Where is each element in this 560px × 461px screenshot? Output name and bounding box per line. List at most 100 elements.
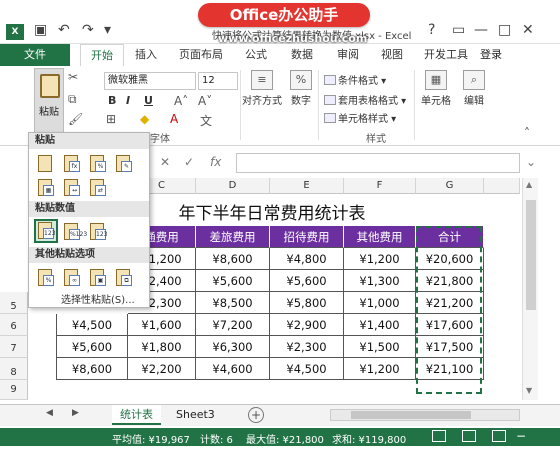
format-painter-icon[interactable]: 🖌 [68, 112, 83, 126]
tab-file[interactable]: 文件 [0, 44, 70, 66]
normal-view-icon[interactable] [432, 430, 446, 442]
row-header[interactable]: 7 [0, 336, 28, 358]
table-cell[interactable]: ¥5,800 [270, 292, 344, 314]
column-header[interactable]: F [344, 178, 416, 194]
formula-input[interactable] [236, 153, 520, 173]
editing-button[interactable]: ⌕ 编辑 [458, 70, 490, 107]
alignment-button[interactable]: ≡ 对齐方式 [236, 70, 288, 107]
cut-icon[interactable]: ✂ [68, 70, 78, 84]
table-cell[interactable]: ¥4,800 [270, 248, 344, 270]
customize-toolbar-icon[interactable]: ▾ [104, 22, 111, 38]
page-layout-view-icon[interactable] [462, 430, 476, 442]
tab-review[interactable]: 审阅 [330, 44, 366, 66]
enter-icon[interactable]: ✓ [184, 155, 194, 169]
paste-keep-source-format-icon[interactable]: ✎ [113, 153, 133, 173]
paste-formulas-icon[interactable]: fx [61, 153, 81, 173]
paste-transpose-icon[interactable]: ⇄ [87, 177, 107, 197]
redo-icon[interactable]: ↷ [82, 22, 94, 38]
header-cell[interactable]: 招待费用 [270, 226, 344, 248]
help-icon[interactable]: ? [428, 22, 435, 38]
close-button[interactable]: ✕ [522, 22, 534, 38]
bold-button[interactable]: B [108, 94, 116, 107]
table-cell[interactable]: ¥5,600 [270, 270, 344, 292]
font-name-select[interactable]: 微软雅黑 [104, 72, 196, 90]
sheet-title[interactable]: 年下半年日常费用统计表 [130, 202, 414, 226]
paste-no-borders-icon[interactable]: ▦ [35, 177, 55, 197]
paste-formulas-number-format-icon[interactable]: % [87, 153, 107, 173]
horizontal-scrollbar[interactable] [330, 409, 520, 421]
table-cell[interactable]: ¥1,800 [128, 336, 196, 358]
table-cell[interactable]: ¥2,900 [270, 314, 344, 336]
table-cell[interactable]: ¥21,100 [416, 358, 484, 380]
tab-developer[interactable]: 开发工具 [418, 44, 474, 66]
row-header[interactable]: 6 [0, 314, 28, 336]
scroll-up-icon[interactable]: ▲ [526, 180, 532, 189]
login-link[interactable]: 登录 [480, 44, 502, 66]
border-icon[interactable]: ⊞ [106, 112, 116, 126]
table-cell[interactable]: ¥17,500 [416, 336, 484, 358]
table-cell[interactable]: ¥2,200 [128, 358, 196, 380]
header-cell[interactable]: 其他费用 [344, 226, 416, 248]
paste-formatting-icon[interactable]: % [35, 267, 55, 287]
add-sheet-button[interactable]: + [248, 407, 264, 423]
table-cell[interactable]: ¥1,300 [344, 270, 416, 292]
table-cell[interactable]: ¥1,600 [128, 314, 196, 336]
table-cell[interactable]: ¥8,500 [196, 292, 270, 314]
vertical-scrollbar[interactable]: ▲ ▼ [522, 178, 538, 400]
table-cell[interactable]: ¥21,800 [416, 270, 484, 292]
row-header[interactable]: 8 [0, 358, 28, 380]
column-header[interactable]: E [270, 178, 344, 194]
paste-button[interactable]: 粘贴 [34, 68, 64, 136]
table-cell[interactable]: ¥1,500 [344, 336, 416, 358]
table-cell[interactable]: ¥8,600 [196, 248, 270, 270]
next-sheet-icon[interactable]: ▶ [72, 408, 79, 418]
table-cell[interactable]: ¥1,400 [344, 314, 416, 336]
prev-sheet-icon[interactable]: ◀ [46, 408, 53, 418]
table-cell[interactable]: ¥17,600 [416, 314, 484, 336]
paste-linked-picture-icon[interactable]: ⧉ [113, 267, 133, 287]
grow-font-icon[interactable]: A˄ [174, 94, 188, 108]
sheet-tab-statistics[interactable]: 统计表 [112, 405, 161, 425]
expand-formula-icon[interactable]: ⌄ [526, 155, 536, 169]
table-cell[interactable]: ¥5,600 [196, 270, 270, 292]
insert-function-icon[interactable]: fx [210, 155, 221, 169]
tab-view[interactable]: 视图 [374, 44, 410, 66]
save-icon[interactable]: ▣ [34, 22, 47, 38]
row-header[interactable]: 9 [0, 380, 28, 400]
paste-special-link[interactable]: 选择性粘贴(S)... [61, 291, 135, 306]
column-header[interactable]: G [416, 178, 484, 194]
paste-values-number-format-icon[interactable]: %123 [61, 221, 87, 241]
minimize-button[interactable]: — [474, 22, 488, 38]
tab-home[interactable]: 开始 [80, 44, 124, 66]
table-cell[interactable]: ¥6,300 [196, 336, 270, 358]
cell-styles-button[interactable]: 单元格样式 ▾ [324, 110, 396, 125]
paste-keep-width-icon[interactable]: ↔ [61, 177, 81, 197]
horizontal-scroll-thumb[interactable] [351, 411, 471, 419]
paste-link-icon[interactable]: ∞ [61, 267, 81, 287]
underline-button[interactable]: U [144, 94, 153, 107]
table-cell[interactable]: ¥2,300 [270, 336, 344, 358]
number-button[interactable]: % 数字 [286, 70, 316, 107]
paste-picture-icon[interactable]: ▣ [87, 267, 107, 287]
table-cell[interactable]: ¥5,600 [56, 336, 128, 358]
sheet-tab-sheet3[interactable]: Sheet3 [168, 405, 223, 425]
conditional-format-button[interactable]: 条件格式 ▾ [324, 72, 386, 87]
table-cell[interactable]: ¥4,500 [56, 314, 128, 336]
fill-color-icon[interactable]: ◆ [140, 112, 149, 126]
column-header[interactable] [484, 178, 520, 194]
table-cell[interactable]: ¥4,500 [270, 358, 344, 380]
font-color-icon[interactable]: A [170, 112, 178, 126]
vertical-scroll-thumb[interactable] [526, 200, 536, 310]
table-cell[interactable]: ¥7,200 [196, 314, 270, 336]
copy-icon[interactable]: ⧉ [68, 92, 77, 107]
cancel-icon[interactable]: ✕ [160, 155, 170, 169]
header-cell[interactable]: 差旅费用 [196, 226, 270, 248]
table-cell[interactable]: ¥1,200 [344, 358, 416, 380]
phonetic-icon[interactable]: 文 [200, 112, 212, 129]
paste-option-icon[interactable] [35, 153, 55, 173]
tab-insert[interactable]: 插入 [128, 44, 164, 66]
table-cell[interactable]: ¥8,600 [56, 358, 128, 380]
row-header[interactable]: 5 [0, 292, 28, 314]
column-header[interactable]: D [196, 178, 270, 194]
paste-values-source-format-icon[interactable]: 123 [87, 221, 107, 241]
